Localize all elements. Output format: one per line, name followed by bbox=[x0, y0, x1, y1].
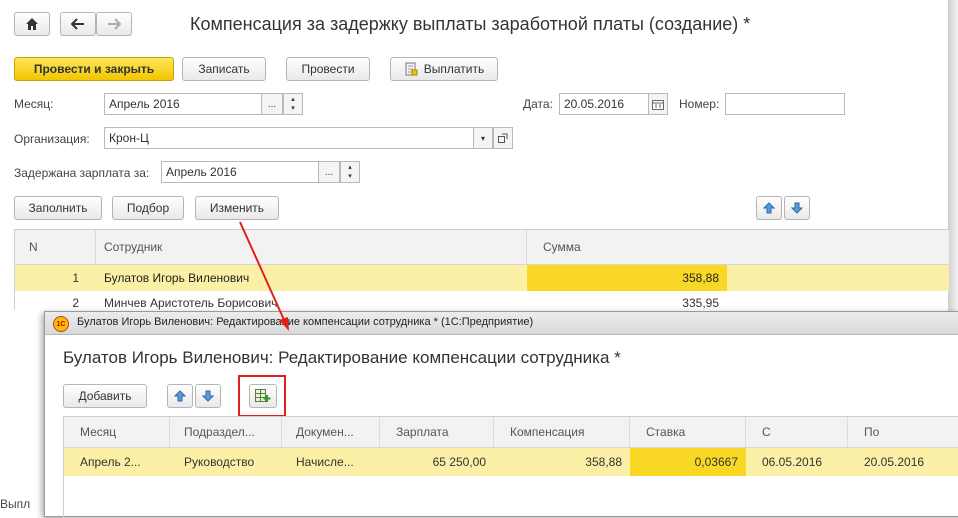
annotation-arrow bbox=[239, 221, 289, 331]
